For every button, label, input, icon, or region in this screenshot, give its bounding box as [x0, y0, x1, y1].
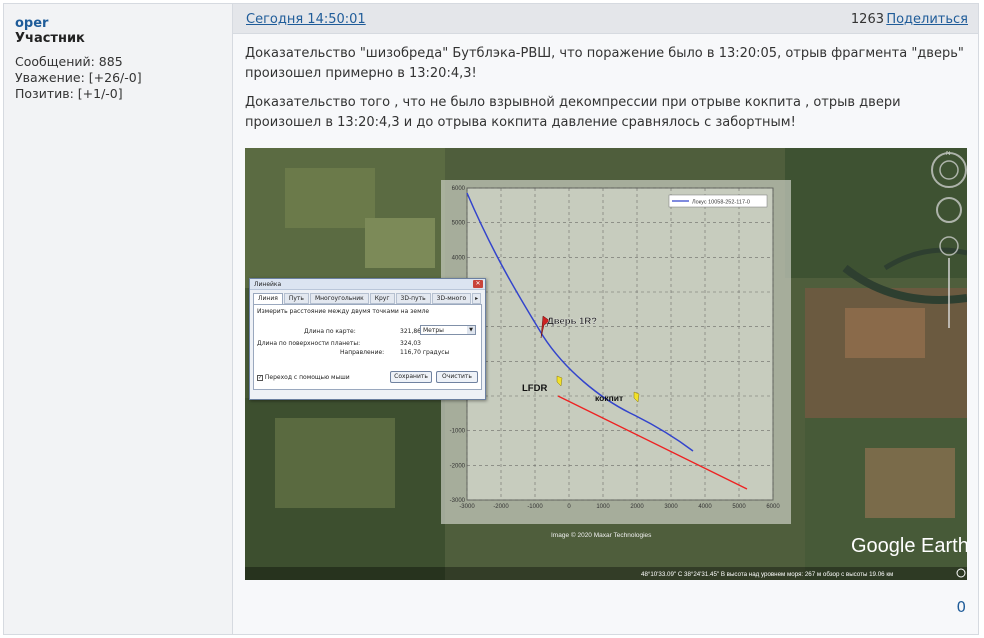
- status-bar-text: 48°10'33.09" С 38°24'31.45" В высота над…: [641, 571, 893, 578]
- x-tick-label: 4000: [698, 504, 712, 510]
- x-tick-label: 2000: [630, 504, 644, 510]
- x-tick-label: 6000: [766, 504, 780, 510]
- chevron-down-icon: ▼: [467, 326, 475, 334]
- post-content: Сегодня 14:50:01 1263 Поделиться Доказат…: [233, 4, 978, 634]
- unit-select[interactable]: Метры ▼: [420, 325, 476, 335]
- mouse-nav-checkbox[interactable]: ✓: [257, 374, 263, 381]
- y-tick-label: 5000: [452, 221, 466, 227]
- unit-select-value: Метры: [423, 327, 444, 334]
- google-earth-logo: Google Earth: [851, 535, 967, 557]
- x-tick-label: 5000: [732, 504, 746, 510]
- y-tick-label: 6000: [452, 186, 466, 192]
- tab-3d-polygon[interactable]: 3D-много: [431, 293, 472, 304]
- imagery-copyright: Image © 2020 Maxar Technologies: [551, 531, 652, 539]
- post-body: Доказательство "шизобреда" Бутблэка-РВШ,…: [245, 44, 965, 142]
- mouse-nav-option[interactable]: ✓ Переход с помощью мыши: [257, 374, 350, 381]
- ground-length-label: Длина по поверхности планеты:: [257, 340, 361, 347]
- post-date-link[interactable]: Сегодня 14:50:01: [246, 12, 366, 27]
- ruler-dialog: Линейка ✕ Линия Путь Многоугольник Круг …: [249, 278, 486, 400]
- author-name[interactable]: oper: [15, 16, 221, 31]
- close-icon[interactable]: ✕: [473, 280, 483, 288]
- x-tick-label: 1000: [596, 504, 610, 510]
- x-tick-label: -3000: [459, 504, 475, 510]
- ruler-title: Линейка: [254, 281, 282, 288]
- post-views-count: 1263: [850, 12, 884, 27]
- mouse-nav-label: Переход с помощью мыши: [264, 374, 350, 381]
- tab-polygon[interactable]: Многоугольник: [309, 293, 369, 304]
- ruler-title-bar: Линейка ✕: [250, 279, 485, 290]
- ruler-panel: Измерить расстояние между двумя точками …: [253, 304, 482, 390]
- y-tick-label: -1000: [450, 429, 466, 435]
- author-panel: oper Участник Сообщений: 885 Уважение: […: [4, 4, 233, 634]
- heading-label: Направление:: [340, 349, 385, 356]
- x-tick-label: 3000: [664, 504, 678, 510]
- legend-label: Локус 10058-252-117-0: [692, 200, 750, 206]
- x-tick-label: -1000: [527, 504, 543, 510]
- svg-text:LFDR: LFDR: [522, 383, 547, 394]
- share-link[interactable]: Поделиться: [886, 12, 968, 27]
- y-tick-label: 4000: [452, 255, 466, 261]
- post-paragraph: Доказательство того , что не было взрывн…: [245, 95, 901, 130]
- tab-circle[interactable]: Круг: [369, 293, 395, 304]
- tab-path[interactable]: Путь: [283, 293, 309, 304]
- post-image-google-earth[interactable]: 6000500040003000200010000-1000-2000-3000…: [245, 148, 967, 580]
- author-positive: Позитив: [+1/-0]: [15, 86, 123, 101]
- save-button[interactable]: Сохранить: [390, 371, 432, 383]
- clear-button[interactable]: Очистить: [436, 371, 478, 383]
- ruler-tabs: Линия Путь Многоугольник Круг 3D-путь 3D…: [250, 290, 485, 304]
- heading-value: 116,70 градусы: [400, 349, 450, 356]
- author-messages: Сообщений: 885: [15, 54, 123, 69]
- map-length-value: 321,86: [400, 328, 421, 335]
- y-tick-label: -2000: [450, 463, 466, 469]
- author-stats: Сообщений: 885 Уважение: [+26/-0] Позити…: [15, 54, 221, 102]
- post-paragraph: Доказательство "шизобреда" Бутблэка-РВШ,…: [245, 46, 964, 81]
- x-tick-label: -2000: [493, 504, 509, 510]
- svg-text:кокпит: кокпит: [595, 393, 623, 403]
- forum-post: oper Участник Сообщений: 885 Уважение: […: [3, 3, 979, 635]
- tab-3d-path[interactable]: 3D-путь: [395, 293, 431, 304]
- like-count[interactable]: 0: [956, 598, 966, 616]
- svg-text:Дверь 1R?: Дверь 1R?: [547, 316, 597, 327]
- svg-text:N: N: [946, 151, 950, 157]
- ruler-instruction: Измерить расстояние между двумя точками …: [257, 308, 430, 315]
- ground-length-value: 324,03: [400, 340, 421, 347]
- tab-line[interactable]: Линия: [253, 293, 283, 304]
- post-header: Сегодня 14:50:01 1263 Поделиться: [233, 4, 978, 34]
- author-respect: Уважение: [+26/-0]: [15, 70, 142, 85]
- author-rank: Участник: [15, 31, 85, 46]
- tab-scroll-icon[interactable]: ▸: [472, 293, 482, 304]
- map-length-label: Длина по карте:: [304, 328, 356, 335]
